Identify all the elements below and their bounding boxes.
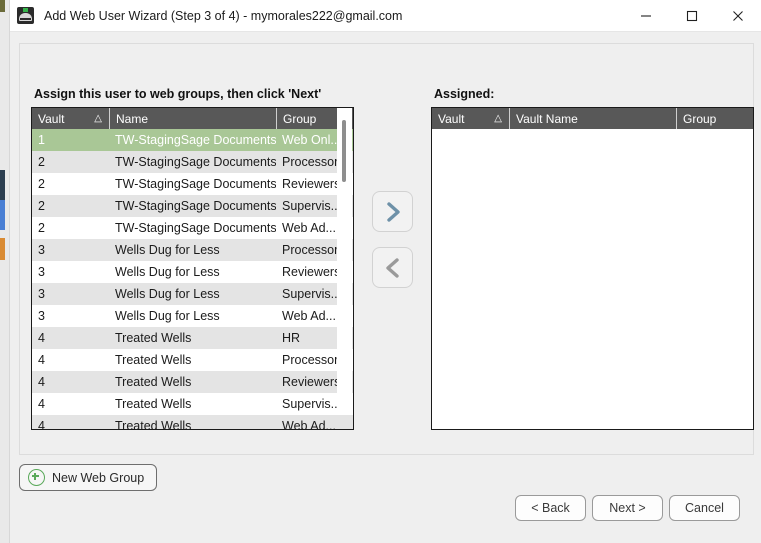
assigned-column-header-group-label: Group [683,111,717,126]
table-row[interactable]: 4 Treated Wells Supervis... [32,393,353,415]
table-row[interactable]: 2TW-StagingSage Documents TestReviewers [32,173,353,195]
cell-name: Treated Wells [115,331,192,345]
cell-vault: 4 [38,353,45,367]
remove-from-assigned-button[interactable] [372,247,413,288]
table-row[interactable]: 4 Treated Wells Processors [32,349,353,371]
assigned-list-header: Vault △ Vault Name Group [432,108,753,129]
sort-ascending-icon: △ [94,113,102,124]
bg-sliver-olive [0,0,5,12]
cell-vault: 3 [38,265,45,279]
cell-vault: 2 [38,199,45,213]
window-title: Add Web User Wizard (Step 3 of 4) - mymo… [44,8,403,23]
cell-vault: 2 [38,221,45,235]
assigned-list-body[interactable] [432,129,753,429]
content-panel: Assign this user to web groups, then cli… [19,43,754,455]
assigned-groups-list[interactable]: Vault △ Vault Name Group [431,107,754,430]
chevron-left-icon [385,257,399,278]
table-row[interactable]: 3 Wells Dug for Less Web Ad... [32,305,353,327]
cell-name: TW-StagingSage Documents [115,133,276,147]
table-row[interactable]: 3 Wells Dug for Less Processors [32,239,353,261]
assigned-label: Assigned: [434,87,495,101]
back-label: < Back [531,501,570,515]
cell-name: Treated Wells [115,375,192,389]
cell-name: Wells Dug for Less [115,265,220,279]
wizard-window: Add Web User Wizard (Step 3 of 4) - mymo… [9,0,761,543]
cell-name: TW-StagingSage Documents Test [115,155,276,169]
footer-bar: < Back Next > Cancel [10,483,761,543]
assign-instruction-label: Assign this user to web groups, then cli… [34,87,322,101]
available-groups-list[interactable]: Vault △ Name Group 1 TW-StagingSage Docum… [31,107,354,430]
title-bar: Add Web User Wizard (Step 3 of 4) - mymo… [10,0,761,32]
table-row[interactable]: 1 TW-StagingSage Documents Web Onl... [32,129,353,151]
cell-name: TW-StagingSage Documents Test [115,221,276,235]
bg-sliver-blue [0,200,5,230]
table-row[interactable]: 3 Wells Dug for Less Reviewers [32,261,353,283]
assigned-sort-ascending-icon: △ [494,113,502,124]
app-icon-top [23,8,28,12]
assigned-column-header-vault[interactable]: Vault △ [432,108,509,129]
cell-name: Treated Wells [115,419,192,429]
table-row[interactable]: 3 Wells Dug for Less Supervis... [32,283,353,305]
chevron-right-icon [386,201,400,222]
column-header-name[interactable]: Name [109,108,276,129]
cell-vault: 4 [38,397,45,411]
table-row[interactable]: 4 Treated Wells Web Ad... [32,415,353,429]
assigned-column-header-vault-label: Vault [438,111,465,126]
cell-vault: 3 [38,243,45,257]
column-header-vault[interactable]: Vault △ [32,108,109,129]
window-controls [623,0,761,31]
cell-vault: 3 [38,309,45,323]
available-list-header: Vault △ Name Group [32,108,353,129]
cell-name: Treated Wells [115,353,192,367]
column-header-vault-label: Vault [38,111,65,126]
table-row[interactable]: 2TW-StagingSage Documents TestSupervis..… [32,195,353,217]
cell-vault: 4 [38,331,45,345]
assigned-column-header-vault-name-label: Vault Name [516,111,578,126]
background-window-edge [0,0,9,543]
vault-app-icon [17,7,34,24]
assigned-column-header-vault-name[interactable]: Vault Name [509,108,676,129]
available-list-body[interactable]: 1 TW-StagingSage Documents Web Onl... 2 TW-S… [32,129,353,429]
bg-sliver-orange [0,238,5,260]
table-row[interactable]: 4 Treated Wells Reviewers [32,371,353,393]
cell-vault: 2 [38,177,45,191]
cell-vault: 2 [38,155,45,169]
cell-name: Wells Dug for Less [115,309,220,323]
scrollbar-thumb[interactable] [342,120,346,182]
cell-vault: 3 [38,287,45,301]
back-button[interactable]: < Back [515,495,586,521]
cell-vault: 4 [38,375,45,389]
next-button[interactable]: Next > [592,495,663,521]
bg-sliver-dark [0,170,5,200]
add-to-assigned-button[interactable] [372,191,413,232]
table-row[interactable]: 4 Treated Wells HR [32,327,353,349]
available-list-scrollbar[interactable] [337,108,352,408]
close-icon[interactable] [715,0,761,31]
cell-vault: 1 [38,133,45,147]
cell-group: Web Ad... [282,419,336,429]
cell-name: Wells Dug for Less [115,287,220,301]
cell-name: Treated Wells [115,397,192,411]
table-row[interactable]: 2TW-StagingSage Documents TestWeb Ad... [32,217,353,239]
table-row[interactable]: 2TW-StagingSage Documents TestProcessors [32,151,353,173]
next-label: Next > [609,501,646,515]
cell-vault: 4 [38,419,45,429]
column-header-group-label: Group [283,111,317,126]
column-header-name-label: Name [116,111,149,126]
app-icon-line [20,18,31,20]
cell-name: TW-StagingSage Documents Test [115,199,276,213]
cell-name: TW-StagingSage Documents Test [115,177,276,191]
minimize-icon[interactable] [623,0,669,31]
maximize-icon[interactable] [669,0,715,31]
cancel-label: Cancel [685,501,724,515]
cell-name: Wells Dug for Less [115,243,220,257]
cancel-button[interactable]: Cancel [669,495,740,521]
assigned-column-header-group[interactable]: Group [676,108,753,129]
